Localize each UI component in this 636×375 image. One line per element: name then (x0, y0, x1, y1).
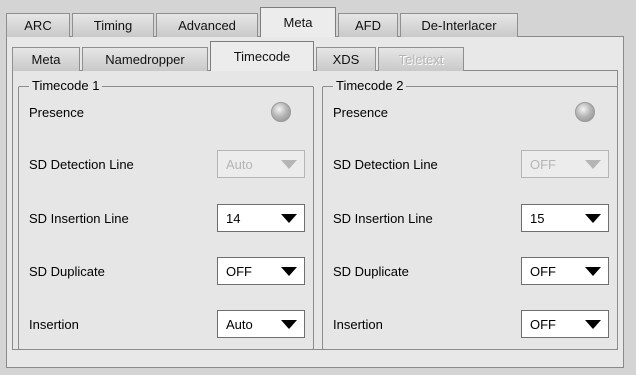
insertion-row: Insertion OFF (333, 310, 609, 338)
sd-detection-line-row: SD Detection Line Auto (29, 150, 305, 178)
subtab-teletext: Teletext (378, 47, 464, 71)
presence-label: Presence (29, 104, 84, 120)
subtab-timecode[interactable]: Timecode (210, 41, 314, 71)
sd-insertion-line-label: SD Insertion Line (29, 210, 129, 226)
selected-value: OFF (226, 263, 252, 279)
sd-detection-line-select: OFF (521, 150, 609, 178)
sd-detection-line-label: SD Detection Line (29, 156, 134, 172)
chevron-down-icon (281, 319, 297, 329)
subtab-meta[interactable]: Meta (12, 47, 80, 71)
chevron-down-icon (585, 159, 601, 169)
main-tab-bar: ARC Timing Advanced Meta AFD De-Interlac… (6, 6, 520, 37)
selected-value: Auto (226, 156, 253, 172)
insertion-label: Insertion (333, 316, 383, 332)
tab-timing[interactable]: Timing (72, 13, 154, 37)
selected-value: OFF (530, 316, 556, 332)
chevron-down-icon (281, 213, 297, 223)
tab-meta[interactable]: Meta (260, 7, 336, 37)
tab-afd[interactable]: AFD (338, 13, 398, 37)
tab-de-interlacer[interactable]: De-Interlacer (400, 13, 518, 37)
sd-detection-line-row: SD Detection Line OFF (333, 150, 609, 178)
led-indicator-icon (271, 102, 291, 122)
insertion-row: Insertion Auto (29, 310, 305, 338)
sd-insertion-line-row: SD Insertion Line 15 (333, 204, 609, 232)
sd-duplicate-label: SD Duplicate (29, 263, 105, 279)
sd-duplicate-select[interactable]: OFF (217, 257, 305, 285)
tab-arc[interactable]: ARC (6, 13, 70, 37)
sub-tab-bar: Meta Namedropper Timecode XDS Teletext (12, 41, 466, 71)
chevron-down-icon (585, 266, 601, 276)
presence-label: Presence (333, 104, 388, 120)
group-title: Timecode 2 (333, 78, 407, 93)
presence-row: Presence (29, 98, 305, 126)
chevron-down-icon (585, 319, 601, 329)
timecode-2-group: Timecode 2 Presence SD Detection Line OF… (322, 78, 618, 350)
sd-detection-line-select: Auto (217, 150, 305, 178)
sd-duplicate-label: SD Duplicate (333, 263, 409, 279)
sd-insertion-line-row: SD Insertion Line 14 (29, 204, 305, 232)
sd-duplicate-row: SD Duplicate OFF (333, 257, 609, 285)
led-indicator-icon (575, 102, 595, 122)
sd-duplicate-row: SD Duplicate OFF (29, 257, 305, 285)
subtab-xds[interactable]: XDS (316, 47, 376, 71)
sd-duplicate-select[interactable]: OFF (521, 257, 609, 285)
subtab-namedropper[interactable]: Namedropper (82, 47, 208, 71)
sd-insertion-line-select[interactable]: 14 (217, 204, 305, 232)
chevron-down-icon (585, 213, 601, 223)
chevron-down-icon (281, 159, 297, 169)
insertion-select[interactable]: Auto (217, 310, 305, 338)
group-title: Timecode 1 (29, 78, 103, 93)
tab-advanced[interactable]: Advanced (156, 13, 258, 37)
selected-value: OFF (530, 263, 556, 279)
selected-value: 14 (226, 210, 241, 226)
selected-value: OFF (530, 156, 556, 172)
chevron-down-icon (281, 266, 297, 276)
insertion-label: Insertion (29, 316, 79, 332)
sd-insertion-line-select[interactable]: 15 (521, 204, 609, 232)
timecode-1-group: Timecode 1 Presence SD Detection Line Au… (18, 78, 314, 350)
sd-insertion-line-label: SD Insertion Line (333, 210, 433, 226)
sd-detection-line-label: SD Detection Line (333, 156, 438, 172)
selected-value: 15 (530, 210, 545, 226)
presence-row: Presence (333, 98, 609, 126)
selected-value: Auto (226, 316, 253, 332)
insertion-select[interactable]: OFF (521, 310, 609, 338)
